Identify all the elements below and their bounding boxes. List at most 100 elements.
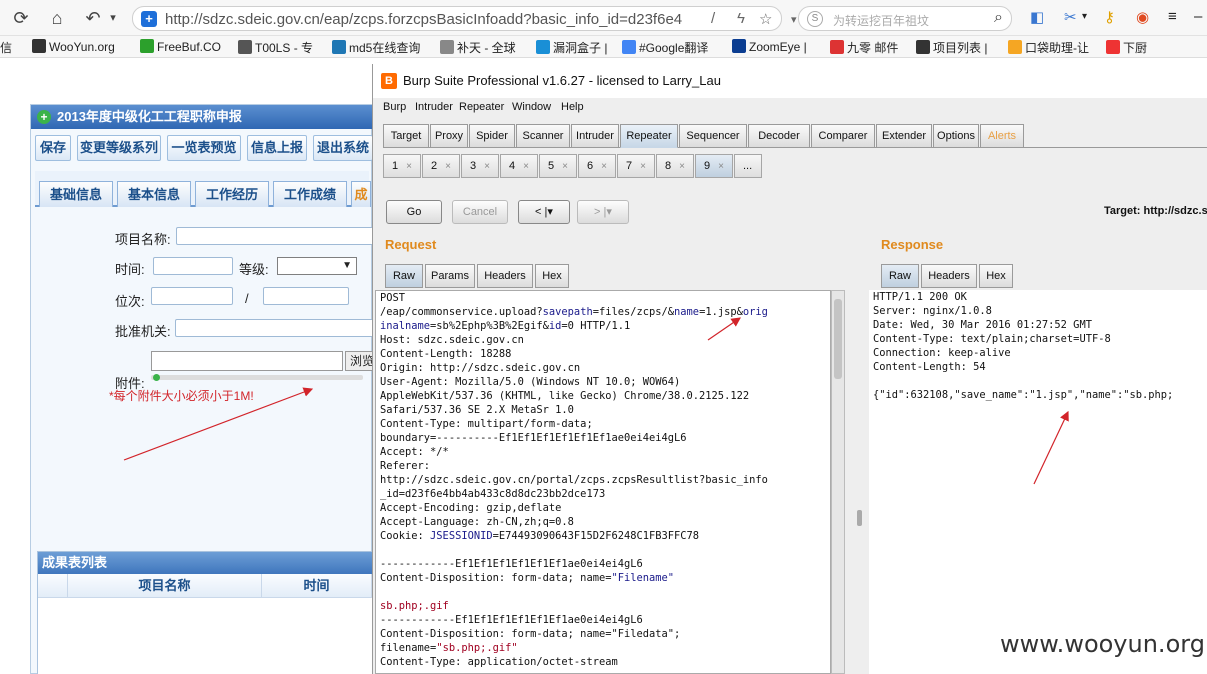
repeater-tab[interactable]: 9 × [695, 154, 733, 178]
response-tab-raw[interactable]: Raw [881, 264, 919, 288]
request-tab-params[interactable]: Params [425, 264, 475, 288]
tab-extender[interactable]: Extender [876, 124, 932, 148]
close-icon[interactable]: × [679, 161, 685, 172]
level-select[interactable]: ▼ [277, 257, 357, 275]
cancel-button[interactable]: Cancel [452, 200, 508, 224]
tab-proxy[interactable]: Proxy [430, 124, 468, 148]
request-tab-hex[interactable]: Hex [535, 264, 569, 288]
scrollbar-thumb[interactable] [834, 299, 842, 379]
submit-button[interactable]: 信息上报 [247, 135, 307, 161]
time-input[interactable] [153, 257, 233, 275]
search-box[interactable]: S 为转运挖百年祖坟 ⌕ [798, 6, 1012, 31]
close-icon[interactable]: × [523, 161, 529, 172]
close-icon[interactable]: × [406, 161, 412, 172]
lightning-icon[interactable]: ϟ [737, 10, 745, 27]
back-button[interactable]: < |▾ [518, 200, 570, 224]
tab-intruder[interactable]: Intruder [571, 124, 619, 148]
minimize-icon[interactable]: – [1194, 8, 1202, 25]
plugin-icon[interactable]: ◉ [1136, 8, 1149, 26]
bookmark-item[interactable]: 口袋助理-让 [1008, 39, 1089, 56]
response-viewer[interactable]: HTTP/1.1 200 OK Server: nginx/1.0.8 Date: … [869, 290, 1207, 674]
project-name-input[interactable] [176, 227, 376, 245]
repeater-tab[interactable]: 7 × [617, 154, 655, 178]
tab-achievements[interactable]: 成 [351, 181, 371, 207]
close-icon[interactable]: × [484, 161, 490, 172]
tab-work-history[interactable]: 工作经历 [195, 181, 269, 207]
rank-total-input[interactable] [263, 287, 349, 305]
reload-icon[interactable]: ⟳ [8, 5, 34, 31]
close-icon[interactable]: × [640, 161, 646, 172]
go-button[interactable]: Go [386, 200, 442, 224]
tab-target[interactable]: Target [383, 124, 429, 148]
tab-decoder[interactable]: Decoder [748, 124, 810, 148]
tab-base-info[interactable]: 基本信息 [117, 181, 191, 207]
repeater-tab[interactable]: 1 × [383, 154, 421, 178]
bookmark-item[interactable]: #Google翻译 [622, 39, 708, 56]
tab-spider[interactable]: Spider [469, 124, 515, 148]
tab-sequencer[interactable]: Sequencer [679, 124, 747, 148]
tab-alerts[interactable]: Alerts [980, 124, 1024, 148]
change-level-button[interactable]: 变更等级系列 [77, 135, 161, 161]
tab-scanner[interactable]: Scanner [516, 124, 570, 148]
request-text[interactable]: POST/eap/commonservice.upload?savepath=f… [376, 291, 830, 669]
repeater-tab[interactable]: 2 × [422, 154, 460, 178]
address-bar[interactable]: + http://sdzc.sdeic.gov.cn/eap/zcps.forz… [132, 6, 797, 31]
bookmark-item[interactable]: 信 [0, 39, 12, 56]
repeater-tab[interactable]: 6 × [578, 154, 616, 178]
bookmark-item[interactable]: md5在线查询 [332, 39, 420, 56]
search-icon[interactable]: ⌕ [994, 9, 1003, 27]
save-button[interactable]: 保存 [35, 135, 71, 161]
bookmark-item[interactable]: 下厨 [1106, 39, 1147, 56]
close-icon[interactable]: × [601, 161, 607, 172]
bookmark-item[interactable]: 漏洞盒子 | [536, 39, 607, 56]
menu-window[interactable]: Window [512, 101, 551, 113]
repeater-tab[interactable]: 4 × [500, 154, 538, 178]
close-icon[interactable]: × [445, 161, 451, 172]
response-text[interactable]: HTTP/1.1 200 OK Server: nginx/1.0.8 Date: … [869, 290, 1207, 402]
close-icon[interactable]: × [718, 161, 724, 172]
star-icon[interactable]: ☆ [759, 10, 772, 28]
request-editor[interactable]: POST/eap/commonservice.upload?savepath=f… [375, 290, 831, 674]
bookmark-item[interactable]: 补天 - 全球 [440, 39, 516, 56]
menu-intruder[interactable]: Intruder [415, 101, 453, 113]
browse-button[interactable]: 浏览 [345, 351, 375, 371]
menu-burp[interactable]: Burp [383, 101, 406, 113]
repeater-tab[interactable]: 8 × [656, 154, 694, 178]
tab-repeater[interactable]: Repeater [620, 124, 678, 148]
chevron-down-icon[interactable]: ▾ [100, 5, 126, 31]
bookmark-item[interactable]: ZoomEye | [732, 39, 807, 54]
bookmark-item[interactable]: FreeBuf.CO [140, 39, 221, 54]
url-dropdown-icon[interactable]: ▾ [791, 13, 797, 26]
extension-icon[interactable]: ◧ [1030, 8, 1044, 26]
menu-icon[interactable]: ≡ [1168, 8, 1177, 25]
tab-basic-info[interactable]: 基础信息 [39, 181, 113, 207]
tab-work-results[interactable]: 工作成绩 [273, 181, 347, 207]
bookmark-item[interactable]: 九零 邮件 [830, 39, 898, 56]
response-tab-headers[interactable]: Headers [921, 264, 977, 288]
exit-button[interactable]: 退出系统 [313, 135, 373, 161]
request-scrollbar[interactable] [831, 290, 845, 674]
tab-options[interactable]: Options [933, 124, 979, 148]
column-header-project[interactable]: 项目名称 [68, 574, 262, 598]
key-icon[interactable]: ⚷ [1104, 8, 1115, 26]
scissors-dropdown-icon[interactable]: ▾ [1082, 11, 1087, 22]
column-header-time[interactable]: 时间 [262, 574, 372, 598]
repeater-tab[interactable]: 3 × [461, 154, 499, 178]
tab-comparer[interactable]: Comparer [811, 124, 875, 148]
request-tab-headers[interactable]: Headers [477, 264, 533, 288]
bookmark-item[interactable]: WooYun.org [32, 39, 115, 54]
home-icon[interactable]: ⌂ [44, 5, 70, 31]
more-tabs-button[interactable]: ... [734, 154, 762, 178]
rank-input[interactable] [151, 287, 233, 305]
menu-help[interactable]: Help [561, 101, 584, 113]
scissors-icon[interactable]: ✂ [1064, 8, 1077, 26]
preview-button[interactable]: 一览表预览 [167, 135, 241, 161]
file-path-input[interactable] [151, 351, 343, 371]
close-icon[interactable]: × [562, 161, 568, 172]
forward-button[interactable]: > |▾ [577, 200, 629, 224]
bookmark-item[interactable]: 项目列表 | [916, 39, 987, 56]
approver-input[interactable] [175, 319, 375, 337]
response-tab-hex[interactable]: Hex [979, 264, 1013, 288]
split-pane-divider[interactable] [857, 510, 862, 526]
menu-repeater[interactable]: Repeater [459, 101, 504, 113]
